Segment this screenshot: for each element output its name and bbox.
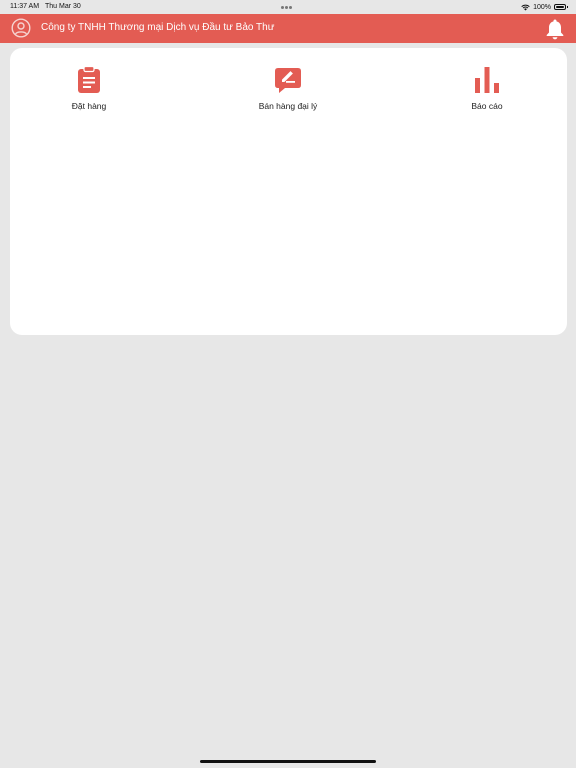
multitasking-dots-icon[interactable] (281, 6, 295, 9)
menu-card: Đặt hàng Bán hàng đại lý Báo cáo (10, 48, 567, 335)
menu-item-order[interactable]: Đặt hàng (29, 65, 149, 111)
menu-item-report-label: Báo cáo (471, 101, 503, 111)
battery-percentage: 100% (533, 3, 551, 11)
battery-icon (554, 4, 568, 10)
menu-item-agency-sales[interactable]: Bán hàng đại lý (228, 66, 348, 111)
menu-item-report[interactable]: Báo cáo (427, 66, 547, 111)
wifi-icon (521, 4, 530, 10)
menu-item-order-label: Đặt hàng (71, 101, 107, 111)
company-title: Công ty TNHH Thương mại Dịch vụ Đầu tư B… (41, 22, 275, 33)
menu-item-agency-sales-label: Bán hàng đại lý (258, 101, 318, 111)
status-time: 11:37 AM (10, 3, 40, 10)
edit-message-icon (275, 68, 301, 93)
status-indicators: 100% (521, 2, 568, 12)
app-header: Công ty TNHH Thương mại Dịch vụ Đầu tư B… (0, 14, 576, 43)
status-date: Thu Mar 30 (45, 3, 81, 10)
status-bar: 11:37 AM Thu Mar 30 100% (0, 0, 576, 14)
home-indicator[interactable] (200, 760, 376, 763)
bell-icon[interactable] (545, 18, 565, 40)
clipboard-icon (78, 65, 100, 93)
bar-chart-icon (475, 67, 499, 93)
user-circle-icon[interactable] (11, 18, 31, 38)
